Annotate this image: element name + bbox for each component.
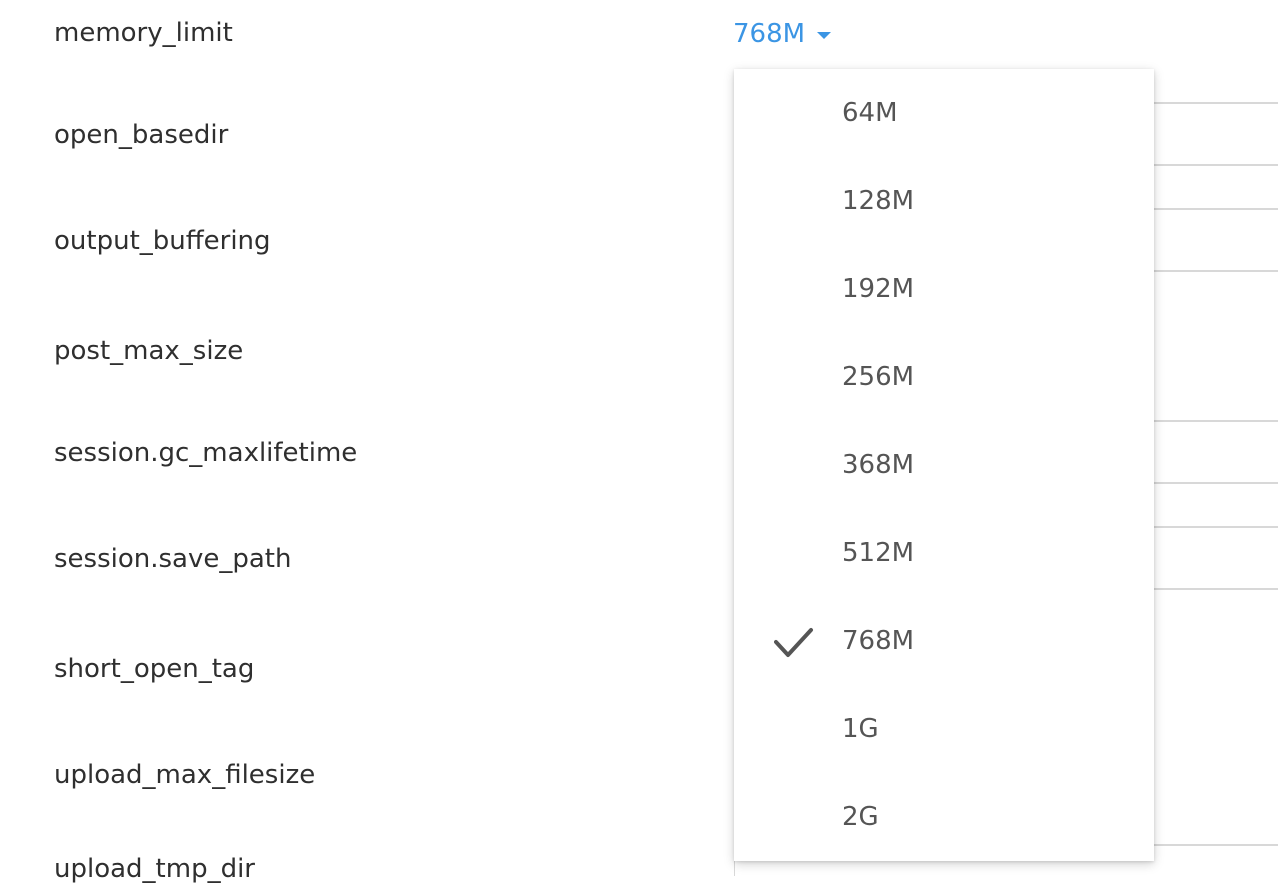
input-border bbox=[1154, 588, 1278, 590]
setting-label-open-basedir: open_basedir bbox=[54, 120, 229, 150]
input-border bbox=[1154, 526, 1278, 528]
dropdown-option-192m[interactable]: 192M bbox=[734, 245, 1154, 333]
setting-label-session-gc-maxlifetime: session.gc_maxlifetime bbox=[54, 438, 358, 468]
dropdown-option-1g[interactable]: 1G bbox=[734, 685, 1154, 773]
dropdown-option-512m[interactable]: 512M bbox=[734, 509, 1154, 597]
setting-label-short-open-tag: short_open_tag bbox=[54, 654, 255, 684]
dropdown-option-768m[interactable]: 768M bbox=[734, 597, 1154, 685]
input-border bbox=[1154, 270, 1278, 272]
dropdown-option-label: 768M bbox=[842, 626, 915, 656]
dropdown-option-64m[interactable]: 64M bbox=[734, 69, 1154, 157]
dropdown-option-368m[interactable]: 368M bbox=[734, 421, 1154, 509]
dropdown-option-label: 192M bbox=[842, 274, 915, 304]
setting-label-output-buffering: output_buffering bbox=[54, 226, 271, 256]
check-icon bbox=[774, 628, 813, 657]
input-border bbox=[1154, 208, 1278, 210]
setting-label-upload-max-filesize: upload_max_filesize bbox=[54, 760, 316, 790]
setting-label-memory-limit: memory_limit bbox=[54, 18, 233, 48]
setting-label-upload-tmp-dir: upload_tmp_dir bbox=[54, 854, 255, 884]
dropdown-option-label: 2G bbox=[842, 802, 879, 832]
memory-limit-dropdown-menu: 64M 128M 192M 256M 368M 512M 768M 1G 2G bbox=[734, 69, 1154, 861]
dropdown-option-2g[interactable]: 2G bbox=[734, 773, 1154, 861]
caret-down-icon bbox=[817, 31, 832, 39]
input-border bbox=[1154, 482, 1278, 484]
dropdown-option-label: 256M bbox=[842, 362, 915, 392]
memory-limit-dropdown-trigger[interactable]: 768M bbox=[733, 15, 832, 53]
input-border bbox=[1154, 420, 1278, 422]
dropdown-option-label: 368M bbox=[842, 450, 915, 480]
input-border bbox=[1154, 844, 1278, 846]
dropdown-option-label: 64M bbox=[842, 98, 898, 128]
memory-limit-selected-value: 768M bbox=[733, 19, 806, 49]
input-border bbox=[1154, 102, 1278, 104]
dropdown-option-256m[interactable]: 256M bbox=[734, 333, 1154, 421]
input-border bbox=[734, 860, 735, 876]
input-border bbox=[1154, 164, 1278, 166]
setting-label-session-save-path: session.save_path bbox=[54, 544, 292, 574]
setting-label-post-max-size: post_max_size bbox=[54, 336, 244, 366]
dropdown-option-label: 1G bbox=[842, 714, 879, 744]
dropdown-option-label: 512M bbox=[842, 538, 915, 568]
dropdown-option-label: 128M bbox=[842, 186, 915, 216]
dropdown-option-128m[interactable]: 128M bbox=[734, 157, 1154, 245]
